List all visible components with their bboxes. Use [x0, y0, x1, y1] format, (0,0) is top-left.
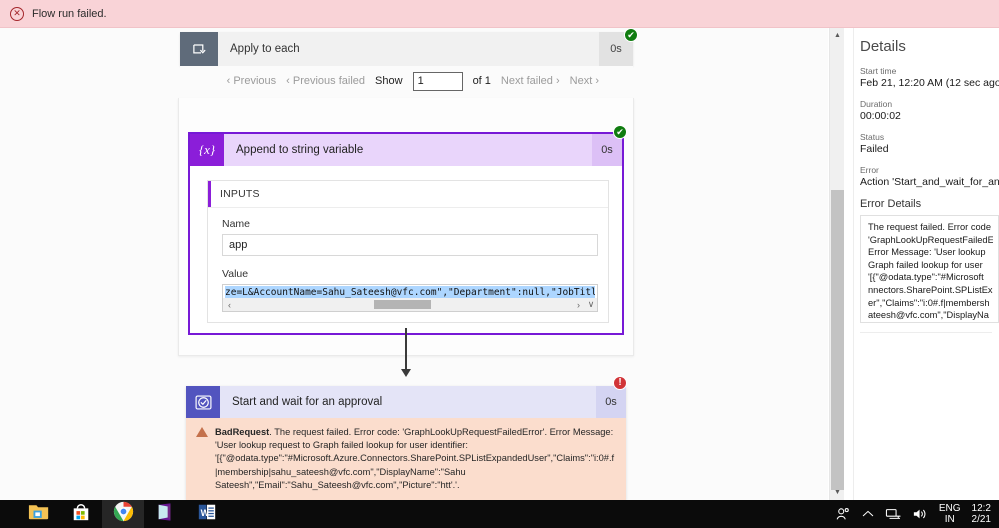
clock-date: 2/21 [971, 514, 991, 525]
taskbar-app-buttons[interactable]: W [0, 500, 228, 528]
run-details-pane: Details Start time Feb 21, 12:20 AM (12 … [853, 28, 999, 500]
append-card-status-badge: ✔ [613, 125, 627, 139]
previous-failed-label: Previous failed [292, 75, 366, 87]
page-vertical-scrollbar[interactable]: ▲ ▼ [829, 28, 844, 500]
start-and-wait-for-approval-card[interactable]: Start and wait for an approval 0s BadReq… [186, 386, 626, 500]
previous-failed-button[interactable]: ‹ Previous failed [286, 75, 365, 87]
apply-to-each-status-badge: ✔ [624, 28, 638, 42]
scroll-up-arrow-icon[interactable]: ▲ [830, 28, 845, 43]
approval-error-text: BadRequest. The request failed. Error co… [215, 426, 616, 490]
previous-label: Previous [233, 75, 277, 87]
details-divider [860, 332, 992, 333]
details-title: Details [860, 38, 906, 55]
error-details-box[interactable]: The request failed. Error code 'GraphLoo… [860, 215, 999, 323]
error-value: Action 'Start_and_wait_for_an_a [860, 176, 999, 188]
start-time-label: Start time [860, 66, 897, 76]
error-details-text: The request failed. Error code 'GraphLoo… [868, 222, 993, 321]
flow-run-failed-banner: ✕ Flow run failed. [0, 0, 999, 28]
word-icon: W [197, 502, 217, 527]
file-explorer-icon [28, 502, 50, 526]
status-label: Status [860, 132, 885, 142]
taskbar-item-word[interactable]: W [186, 500, 228, 528]
expand-value-chevron-icon[interactable]: ∨ [585, 298, 597, 311]
approval-card-header[interactable]: Start and wait for an approval 0s [186, 386, 626, 418]
name-field-label: Name [222, 218, 251, 230]
previous-button[interactable]: ‹ Previous [227, 75, 277, 87]
taskbar-item-google-chrome[interactable] [102, 500, 144, 528]
approval-card-status-badge: ! [613, 376, 627, 390]
approval-error-code: BadRequest [215, 427, 270, 437]
value-horizontal-scrollbar[interactable]: ‹ › [223, 298, 597, 311]
variable-icon: {x} [190, 134, 224, 166]
language-line-1: ENG [938, 503, 961, 514]
apply-to-each-header[interactable]: Apply to each 0s [180, 32, 633, 66]
taskbar-item-file-explorer[interactable] [18, 500, 60, 528]
chevron-left-icon: ‹ [226, 75, 231, 87]
check-icon: ✔ [627, 29, 635, 40]
duration-value: 00:00:02 [860, 110, 901, 122]
value-scroll-thumb[interactable] [373, 300, 431, 309]
apply-to-each-title: Apply to each [230, 43, 300, 55]
value-scroll-track[interactable] [236, 298, 572, 311]
chevron-right-icon: › [555, 75, 560, 87]
value-field[interactable]: ze=L&AccountName=Sahu_Sateesh@vfc.com","… [222, 284, 598, 312]
flow-canvas[interactable]: Apply to each 0s ✔ ‹ Previous ‹ Previous… [0, 28, 828, 500]
check-icon: ✔ [616, 126, 624, 137]
flow-connector-arrow [401, 328, 411, 377]
next-failed-button[interactable]: Next failed › [501, 75, 560, 87]
iteration-index-input[interactable] [412, 71, 463, 91]
scroll-down-arrow-icon[interactable]: ▼ [830, 485, 845, 500]
taskbar-item-onenote[interactable] [144, 500, 186, 528]
chevron-left-icon: ‹ [286, 75, 290, 87]
inputs-header-label: INPUTS [220, 188, 260, 200]
inputs-header: INPUTS [208, 181, 608, 208]
error-exclamation-icon: ! [618, 377, 622, 388]
chevron-right-icon: › [595, 75, 599, 87]
inputs-panel: INPUTS Name app Value ze=L&AccountName=S… [207, 180, 609, 323]
duration-label: Duration [860, 99, 893, 109]
taskbar-item-microsoft-store[interactable] [60, 500, 102, 528]
clock[interactable]: 12:2 2/21 [972, 503, 991, 525]
approval-card-title: Start and wait for an approval [232, 396, 383, 408]
error-label: Error [860, 165, 879, 175]
error-details-label: Error Details [860, 198, 922, 210]
approval-error-panel: BadRequest. The request failed. Error co… [186, 418, 626, 500]
google-chrome-icon [113, 501, 134, 527]
clock-time: 12:2 [971, 503, 991, 514]
volume-icon[interactable] [912, 507, 928, 521]
next-button[interactable]: Next › [570, 75, 599, 87]
language-line-2: IN [944, 514, 955, 525]
next-failed-label: Next failed [500, 75, 553, 87]
show-hidden-icons[interactable] [862, 509, 874, 519]
append-to-string-variable-card[interactable]: {x} Append to string variable 0s INPUTS … [188, 132, 624, 335]
language-indicator[interactable]: ENG IN [939, 503, 961, 525]
show-label: Show [375, 75, 403, 87]
network-icon[interactable] [885, 507, 901, 521]
status-value: Failed [860, 143, 889, 155]
approval-check-icon [186, 386, 220, 418]
scroll-left-arrow-icon[interactable]: ‹ [223, 300, 236, 310]
iteration-pager[interactable]: ‹ Previous ‹ Previous failed Show of 1 N… [180, 66, 633, 96]
onenote-icon [155, 502, 175, 527]
error-circle-icon: ✕ [10, 6, 24, 21]
page-scroll-thumb[interactable] [831, 190, 844, 490]
power-automate-run-history-screen: ✕ Flow run failed. Apply to each 0s ✔ ‹ … [0, 0, 999, 528]
warning-triangle-icon [196, 427, 208, 437]
microsoft-store-icon [71, 502, 91, 527]
taskbar-system-tray[interactable]: ENG IN 12:2 2/21 [835, 503, 999, 525]
of-total-label: of 1 [472, 75, 491, 87]
people-icon[interactable] [835, 506, 851, 522]
approval-card-duration: 0s [596, 386, 626, 418]
approval-error-message: . The request failed. Error code: 'Graph… [215, 427, 615, 490]
next-label: Next [569, 75, 593, 87]
name-field-value[interactable]: app [222, 234, 598, 256]
scroll-right-arrow-icon[interactable]: › [572, 300, 585, 310]
loop-icon [180, 32, 218, 66]
banner-message: Flow run failed. [32, 7, 107, 20]
windows-taskbar[interactable]: W ENG IN 12:2 2/21 [0, 500, 999, 528]
append-card-title: Append to string variable [236, 144, 364, 156]
append-card-header[interactable]: {x} Append to string variable 0s [190, 134, 622, 166]
start-time-value: Feb 21, 12:20 AM (12 sec ago) [860, 77, 999, 89]
value-field-label: Value [222, 268, 249, 280]
